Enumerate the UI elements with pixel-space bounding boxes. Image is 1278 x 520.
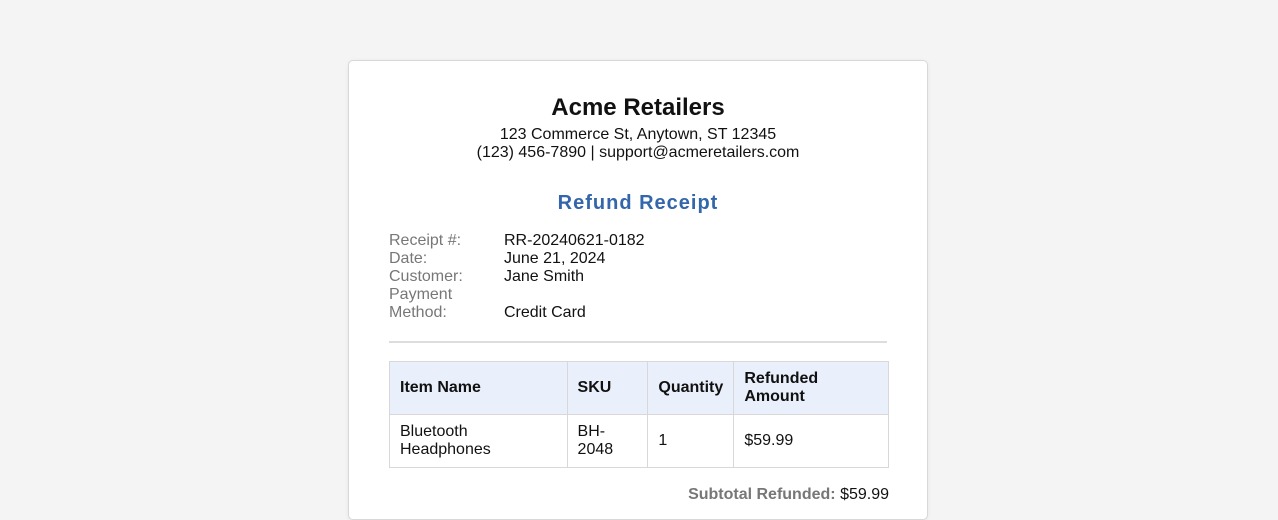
section-divider bbox=[389, 341, 887, 343]
table-row: Bluetooth Headphones BH-2048 1 $59.99 bbox=[389, 414, 889, 468]
receipt-card: Acme Retailers 123 Commerce St, Anytown,… bbox=[348, 60, 928, 520]
cell-refunded-amount: $59.99 bbox=[733, 414, 889, 468]
store-header: Acme Retailers 123 Commerce St, Anytown,… bbox=[389, 61, 887, 162]
column-header-refunded-amount: Refunded Amount bbox=[733, 361, 889, 415]
subtotal-value: $59.99 bbox=[840, 486, 889, 503]
subtotal-label: Subtotal Refunded: bbox=[688, 486, 836, 503]
payment-method-value: Credit Card bbox=[504, 304, 586, 321]
receipt-number-value: RR-20240621-0182 bbox=[504, 232, 645, 249]
customer-value: Jane Smith bbox=[504, 268, 585, 285]
date-label: Date: bbox=[389, 250, 428, 267]
table-header-row: Item Name SKU Quantity Refunded Amount bbox=[389, 361, 889, 415]
payment-method-label: Payment Method: bbox=[389, 286, 453, 321]
cell-item-name: Bluetooth Headphones bbox=[389, 414, 568, 468]
cell-quantity: 1 bbox=[647, 414, 735, 468]
receipt-number-label: Receipt #: bbox=[389, 232, 462, 249]
column-header-sku: SKU bbox=[566, 361, 649, 415]
store-name: Acme Retailers bbox=[551, 94, 725, 121]
cell-sku: BH-2048 bbox=[566, 414, 649, 468]
customer-label: Customer: bbox=[389, 268, 463, 285]
store-address: 123 Commerce St, Anytown, ST 12345 bbox=[499, 126, 777, 143]
subtotal-line: Subtotal Refunded: $59.99 bbox=[389, 486, 889, 504]
column-header-quantity: Quantity bbox=[647, 361, 735, 415]
receipt-meta: Receipt #: RR-20240621-0182 Date: June 2… bbox=[389, 232, 887, 322]
column-header-item-name: Item Name bbox=[389, 361, 568, 415]
refund-items-table: Item Name SKU Quantity Refunded Amount B… bbox=[389, 361, 889, 468]
document-title: Refund Receipt bbox=[557, 192, 719, 214]
date-value: June 21, 2024 bbox=[504, 250, 606, 267]
store-contact: (123) 456-7890 | support@acmeretailers.c… bbox=[476, 144, 800, 161]
